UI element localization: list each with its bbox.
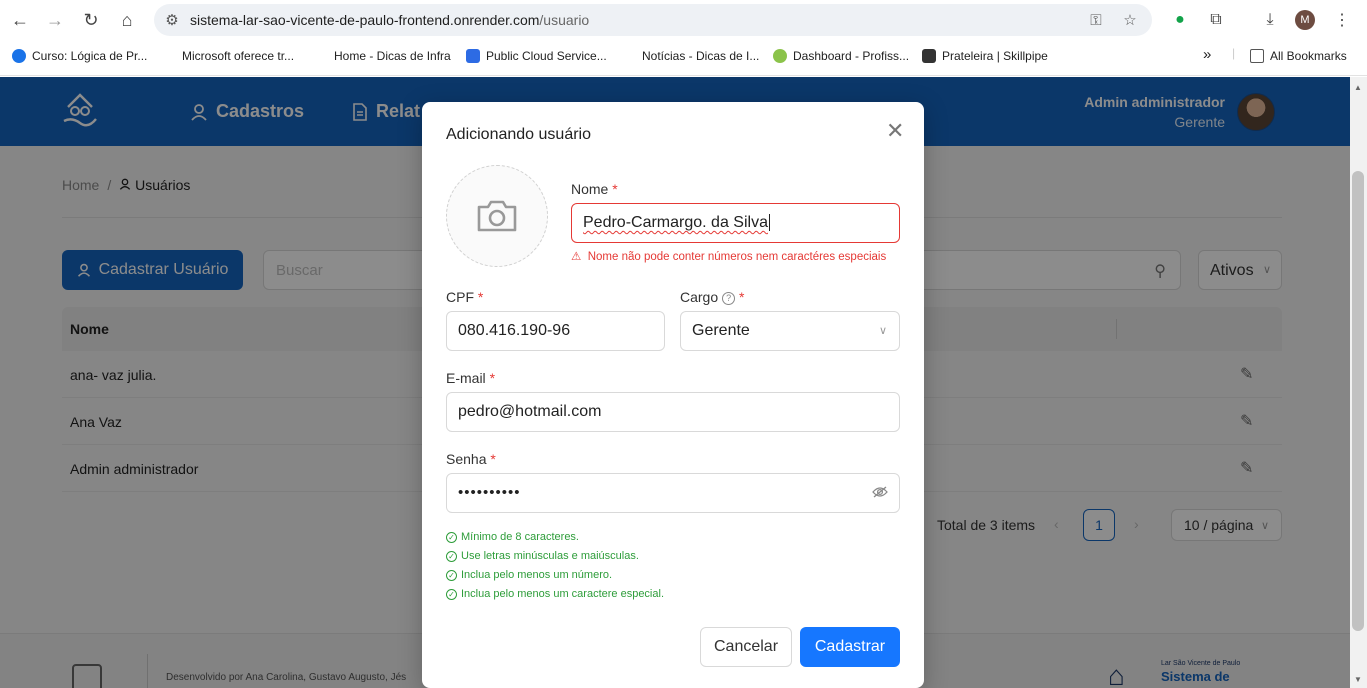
password-rule: ✓ Mínimo de 8 caracteres. [446, 531, 579, 543]
page-scrollbar[interactable]: ▲ ▼ [1350, 77, 1367, 688]
grammarly-extension-icon[interactable]: ● [1169, 9, 1191, 31]
check-circle-icon: ✓ [446, 588, 457, 600]
nome-error-message: ⚠ Nome não pode conter números nem carac… [571, 251, 887, 263]
add-user-modal: Adicionando usuário ✕ Nome * Pedro-Carma… [422, 102, 924, 688]
bookmarks-bar: Curso: Lógica de Pr... Microsoft oferece… [0, 40, 1367, 76]
page-icon [622, 49, 636, 63]
check-circle-icon: ✓ [446, 569, 457, 581]
page-icon [314, 49, 328, 63]
question-icon[interactable]: ? [722, 291, 736, 305]
password-rule: ✓ Use letras minúsculas e maiúsculas. [446, 550, 639, 562]
leaf-icon [773, 49, 787, 63]
cloud-icon [12, 49, 26, 63]
book-icon [922, 49, 936, 63]
extensions-icon[interactable]: ⧉ [1205, 9, 1227, 31]
senha-label: Senha * [446, 451, 496, 467]
all-bookmarks-button[interactable]: All Bookmarks [1250, 49, 1347, 63]
bookmark-item[interactable]: Home - Dicas de Infra [314, 49, 451, 63]
bookmark-item[interactable]: Public Cloud Service... [466, 49, 607, 63]
bookmark-item[interactable]: Prateleira | Skillpipe [922, 49, 1048, 63]
nome-field[interactable]: Pedro-Carmargo. da Silva [571, 203, 900, 243]
nome-label: Nome * [571, 181, 618, 197]
address-bar[interactable]: ⚙ sistema-lar-sao-vicente-de-paulo-front… [154, 4, 1152, 36]
password-field[interactable]: •••••••••• [446, 473, 900, 513]
scroll-up-icon[interactable]: ▲ [1354, 83, 1362, 92]
reload-icon[interactable]: ↻ [80, 9, 102, 31]
password-rule: ✓ Inclua pelo menos um número. [446, 569, 612, 581]
cargo-select[interactable]: Gerente ∨ [680, 311, 900, 351]
folder-icon [1250, 49, 1264, 63]
cloud-icon [466, 49, 480, 63]
bookmark-item[interactable]: Curso: Lógica de Pr... [12, 49, 147, 63]
forward-icon[interactable]: → [44, 9, 66, 31]
close-icon[interactable]: ✕ [886, 120, 904, 142]
browser-menu-icon[interactable]: ⋮ [1331, 9, 1353, 31]
home-icon[interactable]: ⌂ [116, 9, 138, 31]
warning-icon: ⚠ [571, 251, 582, 263]
cpf-label: CPF * [446, 289, 484, 305]
bookmark-item[interactable]: Microsoft oferece tr... [162, 49, 294, 63]
back-icon[interactable]: ← [9, 9, 31, 31]
scroll-down-icon[interactable]: ▼ [1354, 675, 1362, 684]
check-circle-icon: ✓ [446, 550, 457, 562]
password-rule: ✓ Inclua pelo menos um caractere especial… [446, 588, 664, 600]
bookmark-item[interactable]: Dashboard - Profiss... [773, 49, 909, 63]
modal-title: Adicionando usuário [446, 126, 591, 143]
email-field[interactable]: pedro@hotmail.com [446, 392, 900, 432]
photo-upload[interactable] [446, 165, 548, 267]
scrollbar-thumb[interactable] [1352, 171, 1364, 631]
bookmarks-overflow-button[interactable]: » [1203, 46, 1211, 63]
bookmark-item[interactable]: Notícias - Dicas de I... [622, 49, 759, 63]
downloads-icon[interactable]: ⤓ [1259, 9, 1281, 31]
url-text: sistema-lar-sao-vicente-de-paulo-fronten… [190, 12, 590, 28]
browser-toolbar: ← → ↻ ⌂ ⚙ sistema-lar-sao-vicente-de-pau… [0, 0, 1367, 40]
bookmarks-divider: | [1232, 46, 1236, 60]
submit-button[interactable]: Cadastrar [800, 627, 900, 667]
bookmark-star-icon[interactable]: ☆ [1120, 10, 1140, 30]
chevron-down-icon: ∨ [878, 325, 887, 337]
camera-icon [477, 200, 517, 232]
page-icon [162, 49, 176, 63]
cpf-field[interactable]: 080.416.190-96 [446, 311, 665, 351]
eye-hidden-icon[interactable] [872, 485, 888, 502]
cancel-button[interactable]: Cancelar [700, 627, 792, 667]
site-info-icon[interactable]: ⚙ [162, 10, 182, 30]
profile-avatar[interactable]: M [1295, 10, 1315, 30]
password-key-icon[interactable]: ⚿ [1086, 10, 1106, 30]
email-label: E-mail * [446, 370, 496, 386]
check-circle-icon: ✓ [446, 531, 457, 543]
cargo-label: Cargo? * [680, 289, 745, 305]
